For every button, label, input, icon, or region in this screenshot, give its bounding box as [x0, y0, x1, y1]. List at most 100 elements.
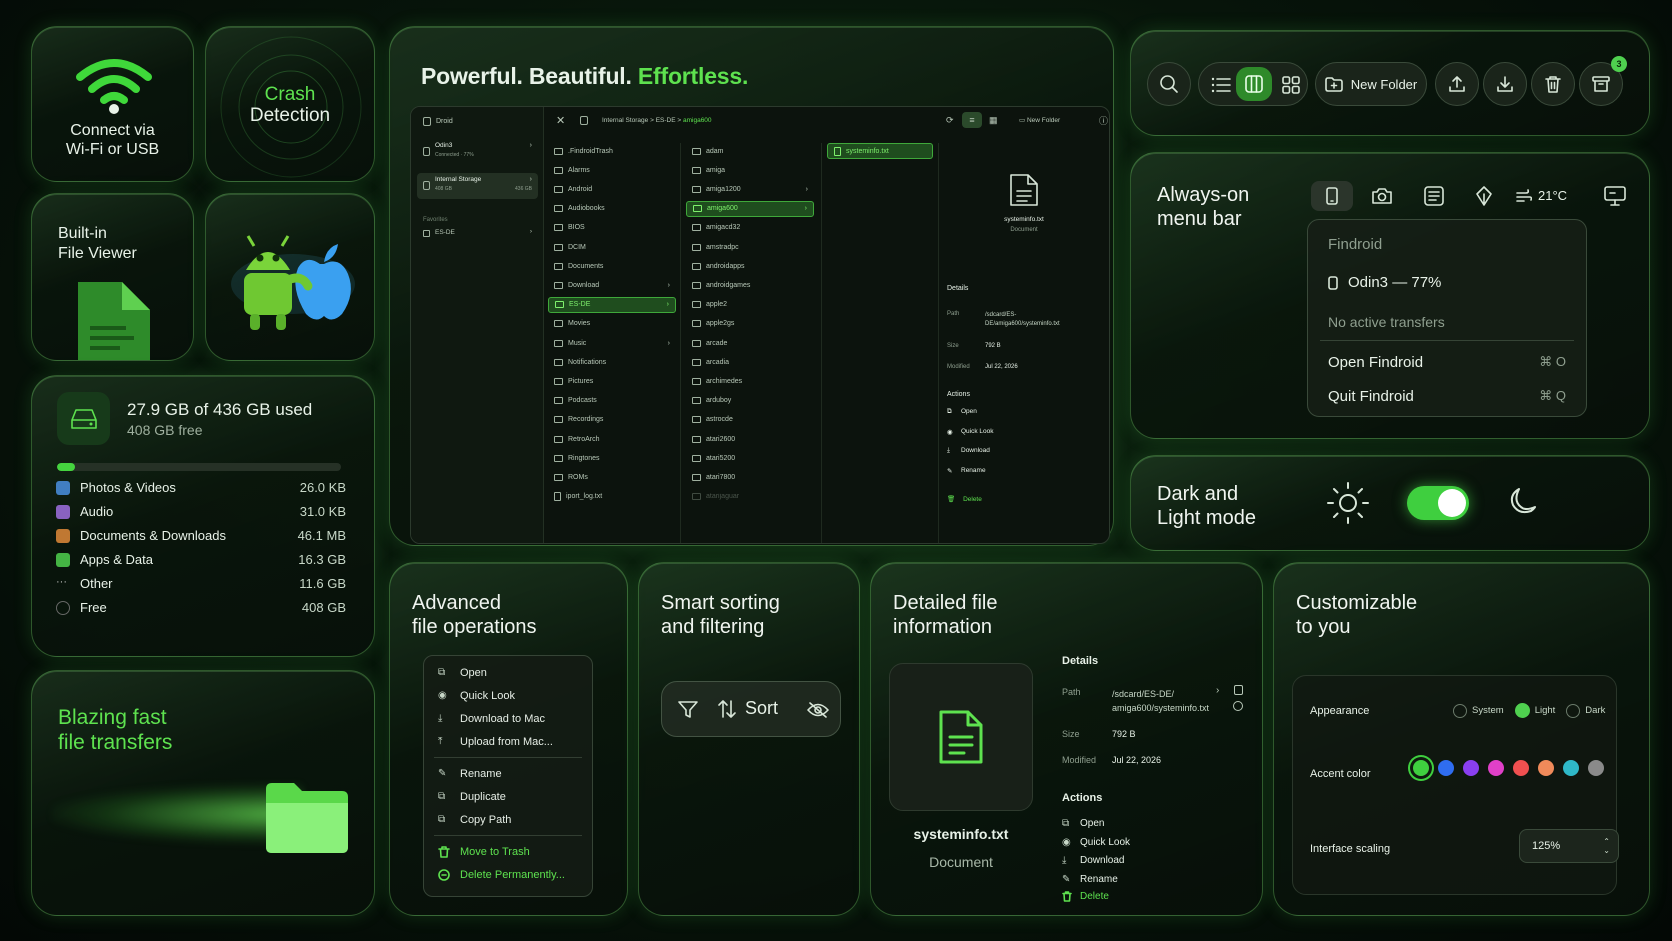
info-action-rename[interactable]: ✎ Rename: [1062, 874, 1118, 885]
accent-swatch[interactable]: [1563, 760, 1579, 776]
new-folder-button[interactable]: ▭ New Folder: [1019, 116, 1060, 124]
menu-item-copy-path[interactable]: ⧉ Copy Path: [424, 808, 592, 831]
close-icon[interactable]: ✕: [556, 114, 565, 127]
scaling-select[interactable]: 125% ⌃ ⌄: [1519, 829, 1619, 863]
file-row[interactable]: atari5200: [686, 450, 814, 466]
list-view-icon[interactable]: [1211, 77, 1231, 93]
accent-swatch[interactable]: [1588, 760, 1604, 776]
open-app-item[interactable]: Open Findroid ⌘ O: [1328, 354, 1566, 371]
refresh-icon[interactable]: ⟳: [946, 115, 954, 126]
info-delete[interactable]: Delete: [1062, 891, 1109, 902]
grid-view-icon[interactable]: ▦: [989, 115, 998, 126]
theme-toggle[interactable]: [1407, 486, 1469, 520]
radio-system[interactable]: [1453, 703, 1467, 718]
file-row[interactable]: Android: [548, 181, 676, 197]
browser-action-download[interactable]: ⤓ Download: [947, 447, 990, 455]
breadcrumb-mid[interactable]: ES-DE: [656, 117, 676, 124]
file-row[interactable]: archimedes: [686, 373, 814, 389]
weather-tray[interactable]: 21°C: [1516, 188, 1567, 203]
file-row[interactable]: Notifications: [548, 354, 676, 370]
file-row[interactable]: amiga600 ›: [686, 200, 814, 217]
chevron-right-icon[interactable]: ›: [1216, 685, 1219, 696]
browser-action-rename[interactable]: ✎ Rename: [947, 467, 986, 475]
browser-action-quick-look[interactable]: ◉ Quick Look: [947, 428, 994, 436]
file-row[interactable]: ROMs: [548, 469, 676, 485]
file-row[interactable]: amstradpc: [686, 239, 814, 255]
menu-item-quick-look[interactable]: ◉ Quick Look: [424, 684, 592, 707]
grid-view-icon[interactable]: [1282, 76, 1300, 94]
file-row[interactable]: ES-DE ›: [548, 296, 676, 313]
info-action-open[interactable]: ⧉ Open: [1062, 818, 1104, 829]
menu-delete-permanently[interactable]: Delete Permanently...: [424, 863, 592, 886]
menu-item-duplicate[interactable]: ⧉ Duplicate: [424, 785, 592, 808]
phone-tray-button[interactable]: [1311, 181, 1353, 211]
file-row[interactable]: amigacd32: [686, 220, 814, 236]
file-row[interactable]: BIOS: [548, 220, 676, 236]
pen-icon[interactable]: [1474, 186, 1494, 206]
file-row[interactable]: Documents: [548, 258, 676, 274]
file-row[interactable]: apple2: [686, 297, 814, 313]
file-row[interactable]: Movies: [548, 316, 676, 332]
column-view-icon[interactable]: ≡: [962, 112, 982, 128]
sidebar-favorite[interactable]: ES-DE ›: [417, 227, 538, 241]
accent-swatch[interactable]: [1538, 760, 1554, 776]
new-folder-button[interactable]: New Folder: [1315, 62, 1427, 106]
file-row[interactable]: iport_log.txt: [548, 489, 676, 505]
file-row[interactable]: Music ›: [548, 335, 676, 351]
file-row[interactable]: astrocde: [686, 412, 814, 428]
camera-icon[interactable]: [1371, 187, 1393, 205]
file-row[interactable]: Recordings: [548, 412, 676, 428]
menu-move-to-trash[interactable]: Move to Trash: [424, 840, 592, 863]
file-row[interactable]: Download ›: [548, 277, 676, 293]
browser-action-open[interactable]: ⧉ Open: [947, 408, 977, 416]
file-row[interactable]: RetroArch: [548, 431, 676, 447]
file-row[interactable]: atari2600: [686, 431, 814, 447]
accent-swatch[interactable]: [1488, 760, 1504, 776]
breadcrumb-current[interactable]: amiga600: [683, 117, 712, 124]
file-row[interactable]: atarijaguar: [686, 489, 814, 505]
menu-item-download-to-mac[interactable]: ⤓ Download to Mac: [424, 707, 592, 730]
delete-button[interactable]: [1531, 62, 1575, 106]
info-icon[interactable]: ⓘ: [1099, 114, 1108, 127]
quit-app-item[interactable]: Quit Findroid ⌘ Q: [1328, 388, 1566, 405]
file-row[interactable]: Pictures: [548, 373, 676, 389]
file-row[interactable]: adam: [686, 143, 814, 159]
file-row[interactable]: Alarms: [548, 162, 676, 178]
file-row[interactable]: Ringtones: [548, 450, 676, 466]
sidebar-device[interactable]: Internal Storage 408 GB 436 GB ›: [417, 173, 538, 199]
browser-delete[interactable]: 🗑 Delete: [947, 495, 982, 503]
file-row[interactable]: Podcasts: [548, 393, 676, 409]
info-action-download[interactable]: ⤓ Download: [1062, 855, 1124, 866]
sidebar-device[interactable]: Odin3 Connected · 77% ›: [417, 139, 538, 165]
file-row[interactable]: arduboy: [686, 393, 814, 409]
sort-button[interactable]: Sort: [717, 698, 778, 719]
file-row[interactable]: arcadia: [686, 354, 814, 370]
accent-swatch[interactable]: [1463, 760, 1479, 776]
radio-dark[interactable]: [1566, 703, 1581, 718]
file-row[interactable]: amiga: [686, 162, 814, 178]
file-row[interactable]: apple2gs: [686, 316, 814, 332]
search-button[interactable]: [1147, 62, 1191, 106]
accent-swatch[interactable]: [1513, 760, 1529, 776]
file-row[interactable]: androidapps: [686, 258, 814, 274]
info-action-quick-look[interactable]: ◉ Quick Look: [1062, 837, 1130, 848]
file-row[interactable]: androidgames: [686, 277, 814, 293]
file-row[interactable]: systeminfo.txt: [827, 143, 933, 159]
copy-icon[interactable]: [1234, 685, 1243, 695]
file-row[interactable]: arcade: [686, 335, 814, 351]
file-row[interactable]: .FindroidTrash: [548, 143, 676, 159]
notes-icon[interactable]: [1424, 186, 1444, 206]
accent-swatch[interactable]: [1438, 760, 1454, 776]
column-view-button[interactable]: [1236, 67, 1272, 101]
file-row[interactable]: DCIM: [548, 239, 676, 255]
filter-icon[interactable]: [678, 701, 698, 719]
menu-item-rename[interactable]: ✎ Rename: [424, 762, 592, 785]
menu-item-open[interactable]: ⧉ Open: [424, 661, 592, 684]
radio-light[interactable]: [1514, 703, 1530, 718]
upload-button[interactable]: [1435, 62, 1479, 106]
reveal-icon[interactable]: [1233, 701, 1243, 711]
breadcrumb-root[interactable]: Internal Storage: [602, 117, 648, 124]
menu-item-upload-from-mac[interactable]: ⤒ Upload from Mac...: [424, 730, 592, 753]
file-row[interactable]: atari7800: [686, 469, 814, 485]
display-icon[interactable]: [1604, 186, 1626, 206]
